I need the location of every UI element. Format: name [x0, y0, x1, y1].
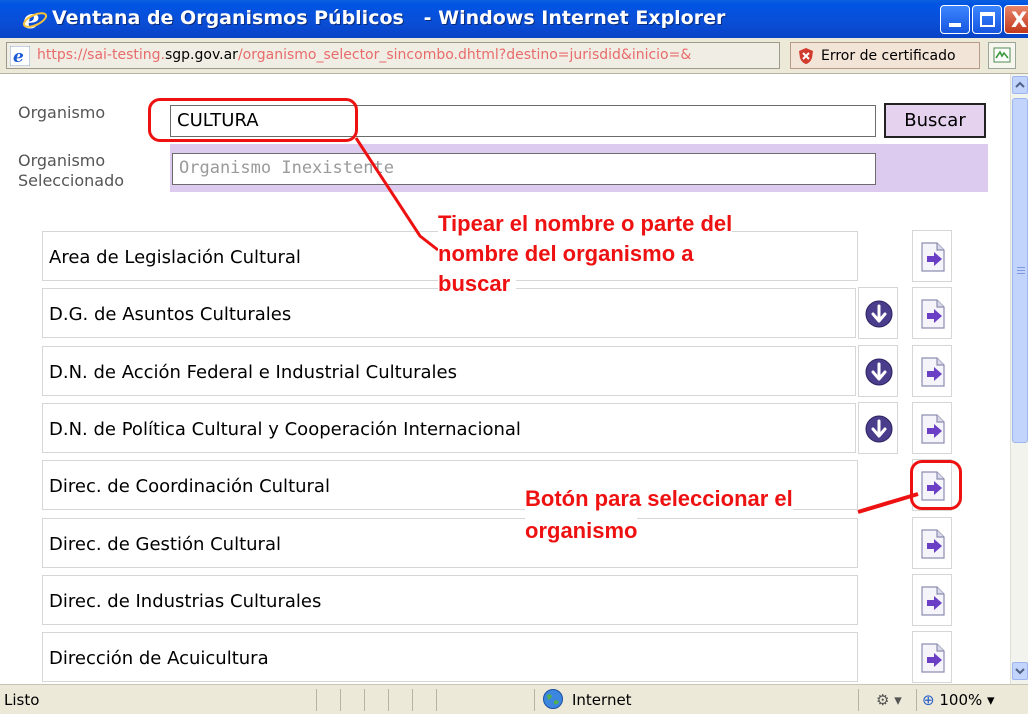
select-organismo-button[interactable]: [912, 230, 952, 282]
url-text: https://sai-testing.sgp.gov.ar/organismo…: [37, 47, 691, 63]
select-icon: [921, 414, 945, 444]
expand-children-button[interactable]: [858, 402, 898, 454]
select-hint-line2: organismo: [525, 517, 638, 545]
search-hint-line2: nombre del organismo a: [438, 240, 694, 268]
expand-down-icon: [865, 358, 893, 386]
expand-children-button[interactable]: [858, 287, 898, 339]
result-row-label: Direc. de Gestión Cultural: [49, 534, 281, 555]
shield-error-icon: [799, 48, 813, 64]
status-bar: Listo Internet ⚙ ▾ ⊕ 100% ▾: [0, 684, 1028, 714]
minimize-button[interactable]: [940, 5, 970, 34]
result-row-label: Direc. de Industrias Culturales: [49, 591, 322, 612]
status-separator: [364, 689, 365, 711]
scroll-up-button[interactable]: [1012, 76, 1028, 94]
address-bar: e https://sai-testing.sgp.gov.ar/organis…: [0, 38, 1028, 74]
zoom-level: 100%: [939, 691, 983, 709]
vertical-scrollbar[interactable]: [1010, 74, 1028, 684]
search-hint-line3: buscar: [438, 270, 517, 298]
expand-down-icon: [865, 415, 893, 443]
select-organismo-button[interactable]: [912, 287, 952, 339]
select-icon: [921, 586, 945, 616]
status-separator: [858, 689, 859, 711]
close-button[interactable]: X: [1004, 5, 1028, 34]
select-icon: [921, 643, 945, 673]
scroll-thumb[interactable]: [1012, 98, 1028, 443]
close-icon: X: [1011, 8, 1028, 32]
window-title: Ventana de Organismos Públicos - Windows…: [52, 7, 726, 29]
zone-label: Internet: [572, 691, 632, 709]
svg-text:e: e: [23, 5, 40, 33]
seleccionado-label-line1: Organismo: [18, 151, 106, 170]
select-button-highlight: [910, 460, 962, 510]
chevron-down-icon: [1015, 668, 1025, 675]
result-row: Direc. de Gestión Cultural: [42, 518, 858, 568]
selected-organismo-field: Organismo Inexistente: [172, 153, 876, 185]
select-hint-line1: Botón para seleccionar el: [525, 485, 793, 513]
scroll-grip: [1017, 270, 1025, 271]
select-icon: [921, 529, 945, 559]
protected-mode-button[interactable]: ⚙ ▾: [876, 691, 902, 709]
scroll-grip: [1017, 267, 1025, 268]
status-separator: [412, 689, 413, 711]
internet-zone-icon: [543, 689, 563, 709]
result-row-label: Area de Legislación Cultural: [49, 247, 301, 268]
status-separator: [388, 689, 389, 711]
url-field[interactable]: e https://sai-testing.sgp.gov.ar/organis…: [6, 42, 780, 69]
search-highlight: [148, 98, 358, 142]
result-row: Direc. de Industrias Culturales: [42, 575, 858, 625]
result-row: D.N. de Política Cultural y Cooperación …: [42, 403, 856, 453]
url-host: sgp.gov.ar: [164, 47, 238, 63]
organismo-label: Organismo: [18, 103, 106, 122]
chevron-up-icon: [1015, 81, 1025, 88]
url-prefix: https://sai-testing.: [37, 47, 165, 63]
svg-text:e: e: [13, 47, 24, 66]
select-icon: [921, 299, 945, 329]
expand-down-icon: [865, 300, 893, 328]
status-separator: [316, 689, 317, 711]
status-separator: [534, 689, 535, 711]
expand-children-button[interactable]: [858, 345, 898, 397]
select-organismo-button[interactable]: [912, 631, 952, 683]
search-hint-line1: Tipear el nombre o parte del: [438, 210, 733, 238]
scroll-down-button[interactable]: [1012, 662, 1028, 680]
select-organismo-button[interactable]: [912, 345, 952, 397]
result-row-label: D.N. de Política Cultural y Cooperación …: [49, 419, 521, 440]
maximize-button[interactable]: [972, 5, 1002, 34]
scroll-grip: [1017, 273, 1025, 274]
url-path: /organismo_selector_sincombo.dhtml?desti…: [237, 47, 692, 63]
status-separator: [916, 689, 917, 711]
status-separator: [436, 689, 437, 711]
window-titlebar[interactable]: e Ventana de Organismos Públicos - Windo…: [0, 0, 1028, 38]
result-row-label: Dirección de Acuicultura: [49, 648, 269, 669]
result-row-label: D.G. de Asuntos Culturales: [49, 304, 292, 325]
result-row-label: Direc. de Coordinación Cultural: [49, 476, 330, 497]
certificate-error-label: Error de certificado: [821, 48, 956, 64]
zoom-icon: ⊕: [922, 691, 935, 709]
status-text: Listo: [4, 691, 40, 709]
select-icon: [921, 242, 945, 272]
status-separator: [340, 689, 341, 711]
seleccionado-label-line2: Seleccionado: [18, 171, 125, 190]
result-row: Dirección de Acuicultura: [42, 632, 858, 682]
select-icon: [921, 357, 945, 387]
compatibility-view-icon: [993, 47, 1011, 63]
compatibility-view-button[interactable]: [988, 42, 1016, 69]
maximize-icon: [980, 12, 995, 27]
select-organismo-button[interactable]: [912, 517, 952, 569]
zoom-button[interactable]: ⊕ 100% ▾: [922, 691, 995, 709]
select-organismo-button[interactable]: [912, 402, 952, 454]
buscar-button[interactable]: Buscar: [884, 103, 986, 138]
result-row-label: D.N. de Acción Federal e Industrial Cult…: [49, 362, 458, 383]
select-organismo-button[interactable]: [912, 574, 952, 626]
minimize-icon: [949, 23, 961, 27]
result-row: D.N. de Acción Federal e Industrial Cult…: [42, 346, 856, 396]
certificate-error-button[interactable]: Error de certificado: [790, 42, 980, 69]
internet-explorer-icon: e: [22, 5, 48, 33]
page-icon: e: [10, 46, 30, 66]
page-content: Organismo CULTURA Buscar Organismo Selec…: [0, 98, 1010, 684]
